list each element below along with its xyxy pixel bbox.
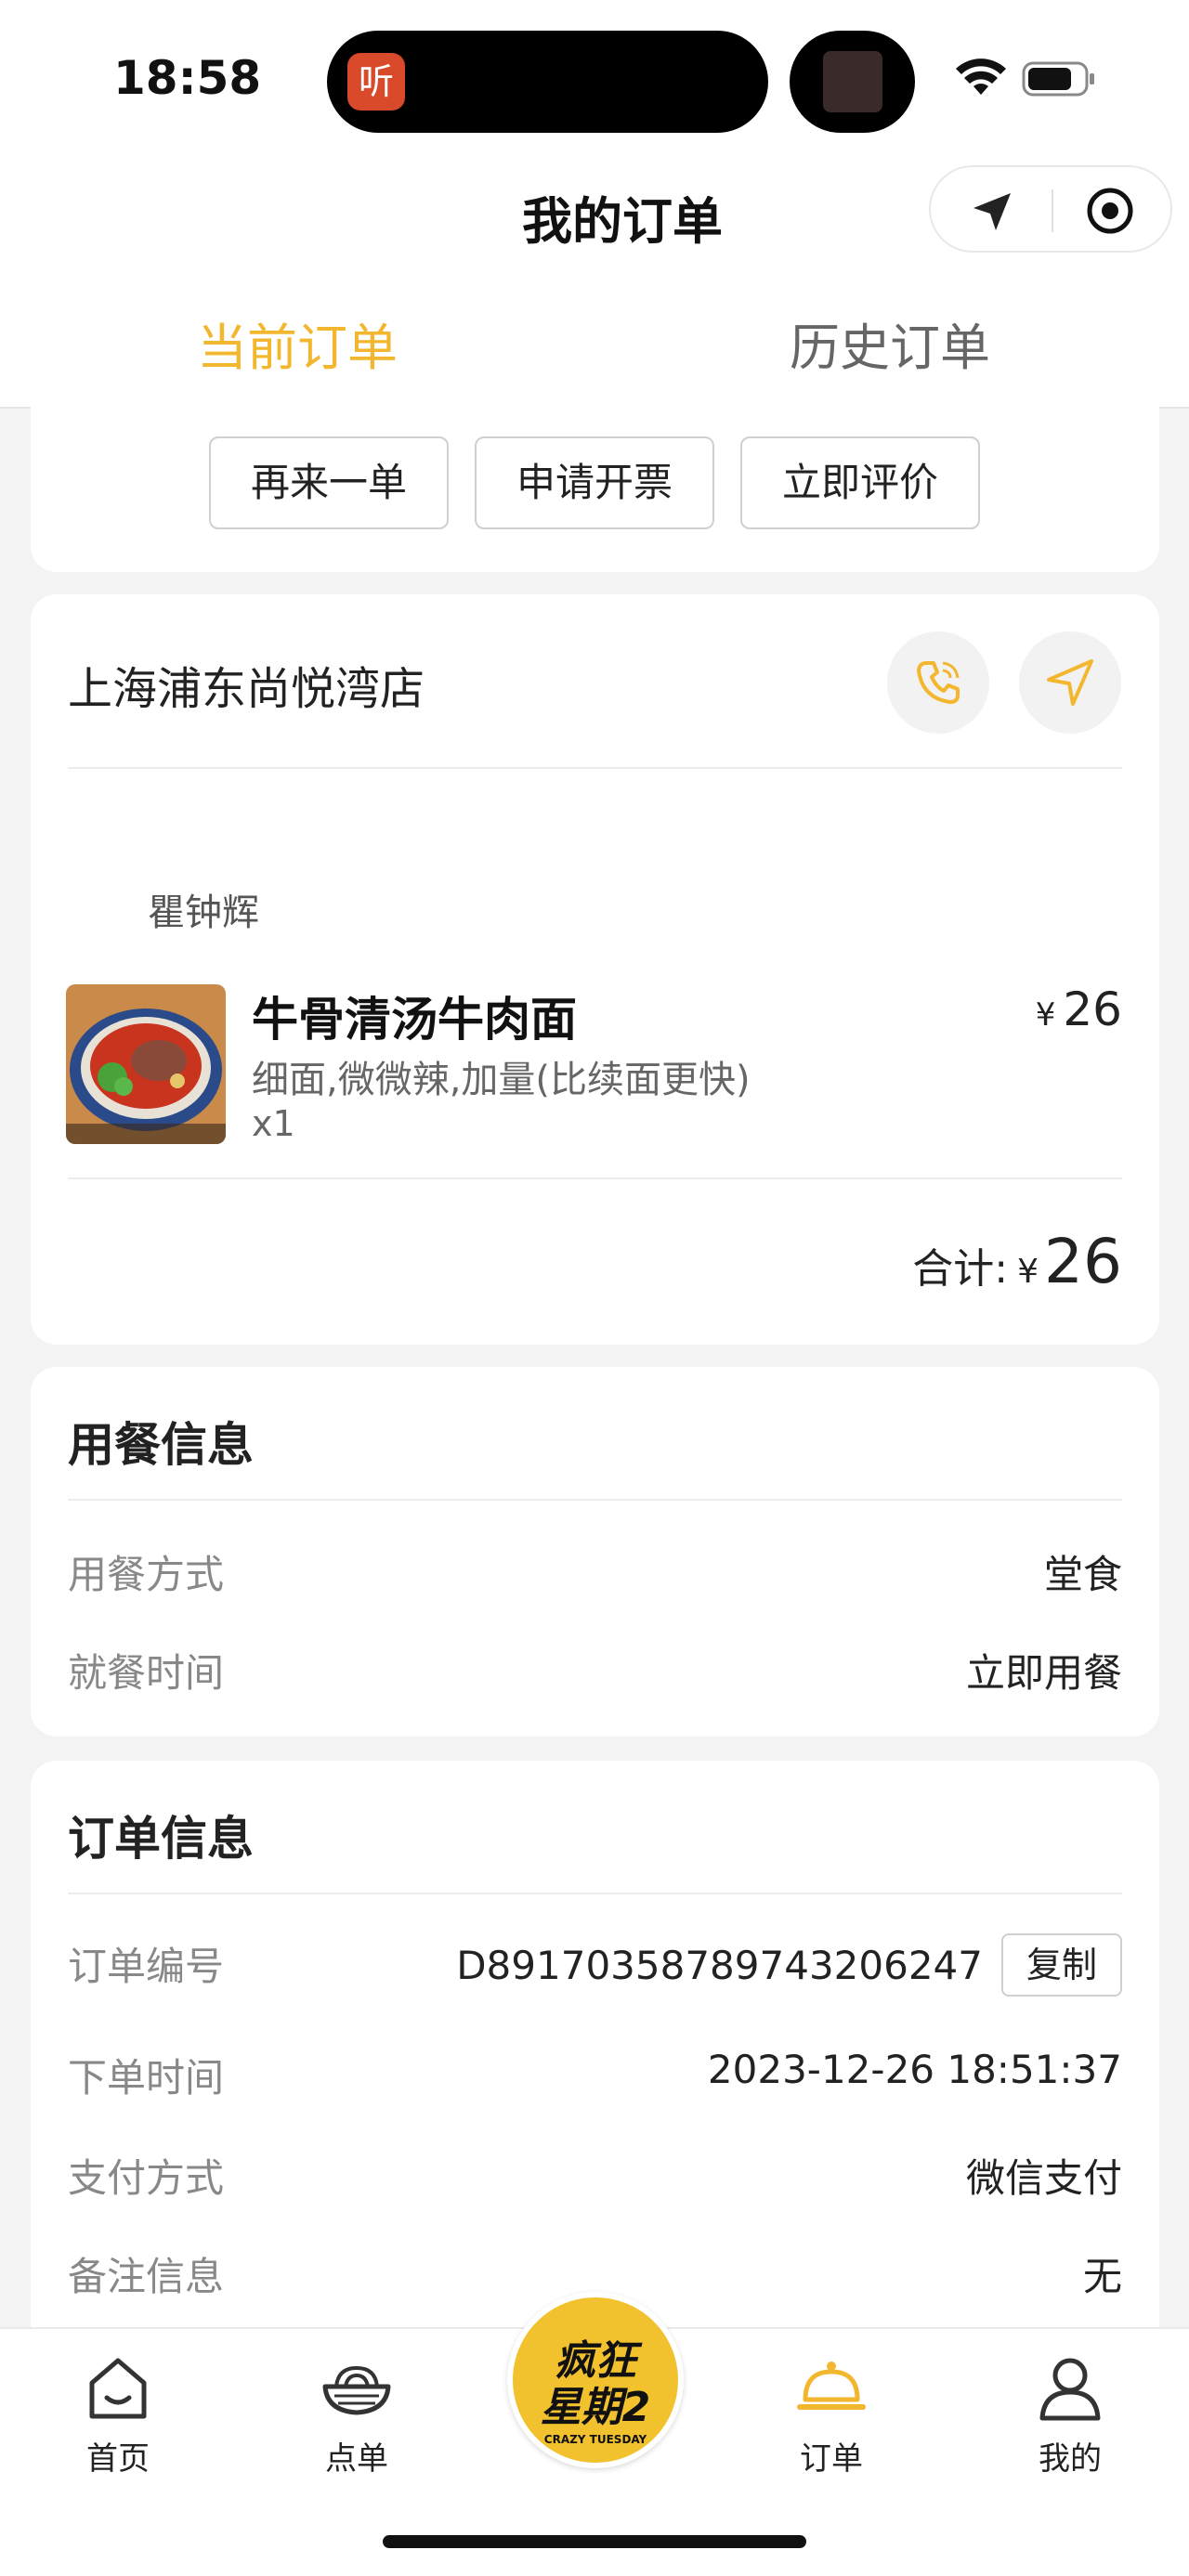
section-title: 用餐信息 <box>68 1418 254 1472</box>
reorder-button[interactable]: 再来一单 <box>209 436 449 529</box>
item-quantity: x1 <box>252 1103 295 1144</box>
dining-time-label: 就餐时间 <box>68 1650 225 1696</box>
item-price-value: 26 <box>1063 982 1122 1036</box>
note-value: 无 <box>1082 2254 1122 2299</box>
beef-noodle-image <box>66 984 226 1144</box>
divider <box>68 767 1122 769</box>
dining-method-value: 堂食 <box>1043 1552 1122 1597</box>
page-header: 我的订单 <box>0 158 1189 269</box>
location-arrow-icon[interactable] <box>970 189 1014 234</box>
nav-home-label: 首页 <box>86 2440 150 2478</box>
section-title: 订单信息 <box>68 1812 254 1866</box>
capsule-divider <box>1052 189 1053 232</box>
copy-order-id-button[interactable]: 复制 <box>1001 1933 1122 1997</box>
dining-method-label: 用餐方式 <box>68 1552 225 1597</box>
divider <box>68 1499 1122 1501</box>
logo-line-2: 星期2 <box>540 2384 651 2431</box>
cloche-icon <box>797 2361 866 2410</box>
logo-line-1: 疯狂 <box>555 2337 636 2385</box>
order-time-value: 2023-12-26 18:51:37 <box>707 2047 1122 2092</box>
navigate-store-button[interactable] <box>1019 631 1121 734</box>
nav-orders-label: 订单 <box>800 2440 863 2478</box>
order-info-card: 订单信息 订单编号 D891703587897432062​47 复制 下单时间… <box>31 1761 1159 2355</box>
phone-icon <box>917 661 960 704</box>
logo-subtitle: CRAZY TUESDAY <box>543 2433 647 2446</box>
miniprogram-capsule <box>929 165 1172 253</box>
tab-current-orders[interactable]: 当前订单 <box>197 306 398 380</box>
home-indicator <box>383 2535 806 2548</box>
nav-menu-label: 点单 <box>325 2440 388 2478</box>
item-spec: 细面,微微辣,加量(比续面更快) <box>252 1059 751 1101</box>
dining-info-card: 用餐信息 用餐方式 堂食 就餐时间 立即用餐 <box>31 1367 1159 1737</box>
wifi-icon <box>956 59 1006 95</box>
store-name: 上海浦东尚悦湾店 <box>68 663 425 715</box>
live-activity-island <box>790 31 915 133</box>
payment-method-value: 微信支付 <box>965 2155 1122 2201</box>
status-time: 18:58 <box>113 51 262 105</box>
nav-menu[interactable]: 点单 <box>292 2351 422 2478</box>
order-total: 合计: ¥26 <box>912 1226 1122 1297</box>
review-button[interactable]: 立即评价 <box>740 436 980 529</box>
status-bar: 18:58 听 <box>0 0 1189 158</box>
dining-time-value: 立即用餐 <box>965 1650 1122 1696</box>
item-name: 牛骨清汤牛肉面 <box>252 993 577 1047</box>
note-label: 备注信息 <box>68 2254 225 2299</box>
store-order-card: 上海浦东尚悦湾店 瞿钟辉 牛骨清汤牛肉面 细面,微微辣,加量(比续面更快) x1… <box>31 594 1159 1345</box>
item-price: ¥26 <box>1036 982 1122 1036</box>
payment-method-label: 支付方式 <box>68 2155 225 2201</box>
live-activity-thumbnail <box>823 51 882 112</box>
order-time-label: 下单时间 <box>68 2055 225 2101</box>
total-amount: 26 <box>1044 1226 1122 1297</box>
listen-app-icon: 听 <box>347 53 405 111</box>
close-target-icon[interactable] <box>1085 186 1135 236</box>
nav-home[interactable]: 首页 <box>53 2351 183 2478</box>
customer-name: 瞿钟辉 <box>148 891 259 934</box>
user-icon <box>1039 2358 1101 2421</box>
invoice-button[interactable]: 申请开票 <box>475 436 714 529</box>
dynamic-island: 听 <box>327 31 768 133</box>
tab-history-orders[interactable]: 历史订单 <box>790 306 990 380</box>
nav-orders[interactable]: 订单 <box>766 2351 896 2478</box>
currency-symbol: ¥ <box>1017 1253 1039 1291</box>
order-actions-card: 再来一单 申请开票 立即评价 <box>31 390 1159 572</box>
navigation-icon <box>1047 659 1093 706</box>
nav-mine-label: 我的 <box>1039 2440 1102 2478</box>
home-icon <box>89 2358 147 2419</box>
total-label: 合计: <box>912 1245 1009 1293</box>
currency-symbol: ¥ <box>1035 996 1056 1034</box>
divider <box>68 1177 1122 1179</box>
crazy-tuesday-logo[interactable]: 疯狂 星期2 CRAZY TUESDAY <box>507 2292 684 2468</box>
call-store-button[interactable] <box>887 631 989 734</box>
order-id-value: D891703587897432062​47 <box>456 1943 983 1988</box>
battery-icon <box>1022 61 1094 97</box>
noodle-bowl-icon <box>322 2365 391 2415</box>
logo-text: 疯狂 星期2 <box>513 2338 678 2431</box>
order-id-label: 订单编号 <box>68 1944 225 1989</box>
nav-mine[interactable]: 我的 <box>1005 2351 1135 2478</box>
order-tabs: 当前订单 历史订单 <box>0 269 1189 409</box>
divider <box>68 1893 1122 1894</box>
